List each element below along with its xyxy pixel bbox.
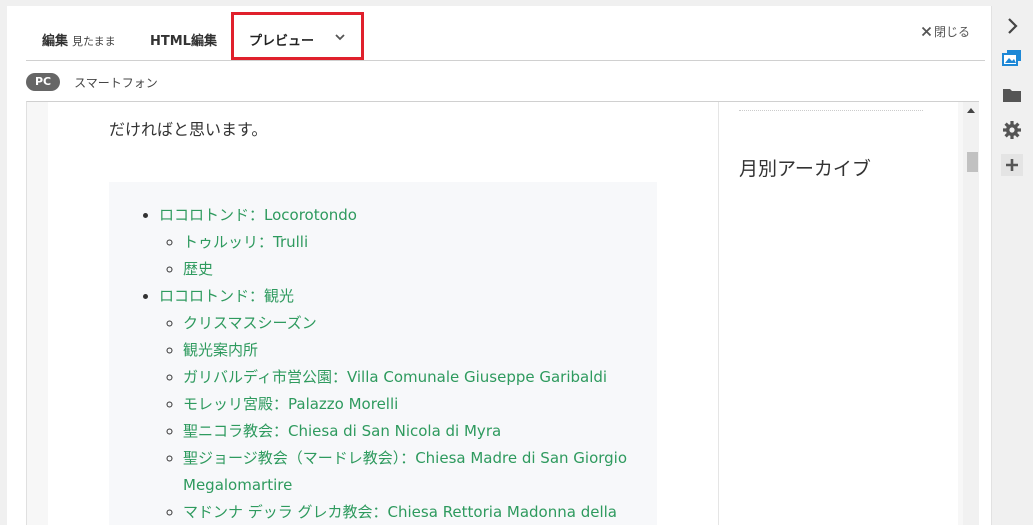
image-icon <box>1002 50 1021 66</box>
chevron-down-icon <box>335 34 345 41</box>
tab-divider <box>26 60 985 61</box>
scroll-thumb[interactable] <box>967 152 978 172</box>
scroll-up-arrow[interactable] <box>967 108 975 113</box>
toc-subitem[interactable]: 聖ニコラ教会：Chiesa di San Nicola di Myra <box>183 418 657 445</box>
toc-link[interactable]: ロコロトンド：Locorotondo <box>159 206 357 224</box>
close-icon <box>921 26 932 37</box>
tab-edit-sub: 見たまま <box>72 35 116 48</box>
device-toggle: PC スマートフォン <box>26 72 158 92</box>
toc-subitem[interactable]: マドンナ デッラ グレカ教会：Chiesa Rettoria Madonna d… <box>183 499 657 525</box>
rail-add-button[interactable] <box>1001 154 1023 176</box>
toc-subitem[interactable]: 歴史 <box>183 256 657 283</box>
preview-frame: だければと思います。 ロコロトンド：Locorotondo トゥルッリ：Trull… <box>26 101 979 525</box>
sidebar-divider <box>739 110 923 111</box>
toc-link[interactable]: ロコロトンド：観光 <box>159 287 294 305</box>
toc-sublist: クリスマスシーズン観光案内所ガリバルディ市営公園：Villa Comunale … <box>159 310 657 525</box>
toc-item[interactable]: ロコロトンド：観光クリスマスシーズン観光案内所ガリバルディ市営公園：Villa … <box>159 283 657 525</box>
tab-preview-label: プレビュー <box>249 34 315 49</box>
rail-settings-button[interactable] <box>1001 119 1023 141</box>
device-pc-button[interactable]: PC <box>26 73 61 91</box>
article-body: だければと思います。 ロコロトンド：Locorotondo トゥルッリ：Trull… <box>48 102 718 525</box>
rail-image-button[interactable] <box>1001 47 1023 69</box>
close-label: 閉じる <box>933 25 970 39</box>
rail-folder-button[interactable] <box>1001 84 1023 106</box>
toc-subitem[interactable]: ガリバルディ市営公園：Villa Comunale Giuseppe Garib… <box>183 364 657 391</box>
tab-bar: 編集 見たまま HTML編集 プレビュー 閉じる <box>7 6 992 66</box>
gear-icon <box>1003 121 1021 139</box>
rail-collapse-button[interactable] <box>1001 15 1023 37</box>
toc-list: ロコロトンド：Locorotondoトゥルッリ：Trulli歴史ロコロトンド：観… <box>109 202 657 525</box>
article-intro: だければと思います。 <box>109 120 268 139</box>
tab-preview[interactable]: プレビュー <box>231 12 364 60</box>
editor-panel: 編集 見たまま HTML編集 プレビュー 閉じる PC スマートフォン だければと… <box>7 6 992 525</box>
device-smartphone-button[interactable]: スマートフォン <box>74 74 158 91</box>
archive-heading: 月別アーカイブ <box>739 158 871 180</box>
tab-html-edit[interactable]: HTML編集 <box>150 30 217 49</box>
folder-icon <box>1003 89 1021 102</box>
side-rail <box>993 6 1033 525</box>
toc-sublist: トゥルッリ：Trulli歴史 <box>159 229 657 283</box>
toc-subitem[interactable]: 聖ジョージ教会（マードレ教会）：Chiesa Madre di San Gior… <box>183 445 657 499</box>
toc-subitem[interactable]: モレッリ宮殿：Palazzo Morelli <box>183 391 657 418</box>
table-of-contents: ロコロトンド：Locorotondoトゥルッリ：Trulli歴史ロコロトンド：観… <box>109 182 657 525</box>
plus-icon <box>1006 159 1018 171</box>
tab-edit-label: 編集 <box>42 34 69 49</box>
toc-subitem[interactable]: クリスマスシーズン <box>183 310 657 337</box>
tab-edit[interactable]: 編集 見たまま <box>42 30 116 49</box>
preview-scrollbar[interactable] <box>963 102 979 525</box>
chevron-right-icon <box>1008 18 1018 34</box>
close-button[interactable]: 閉じる <box>921 23 970 40</box>
toc-item[interactable]: ロコロトンド：Locorotondo トゥルッリ：Trulli歴史 <box>159 202 657 283</box>
toc-subitem[interactable]: トゥルッリ：Trulli <box>183 229 657 256</box>
blog-sidebar: 月別アーカイブ <box>718 102 958 525</box>
toc-subitem[interactable]: 観光案内所 <box>183 337 657 364</box>
